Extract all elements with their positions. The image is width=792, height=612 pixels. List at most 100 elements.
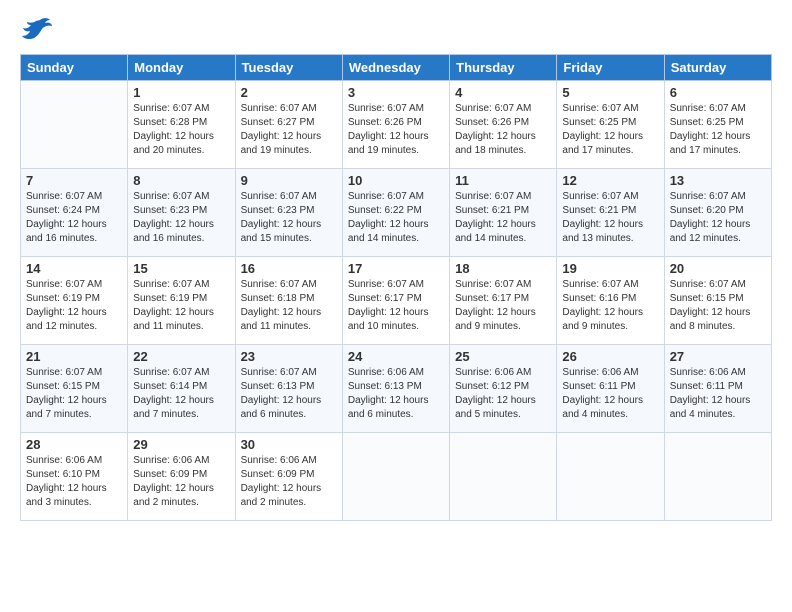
table-row: 13Sunrise: 6:07 AMSunset: 6:20 PMDayligh… <box>664 169 771 257</box>
table-row: 19 Sunrise: 6:07 AMSunset: 6:16 PMDayligh… <box>557 257 664 345</box>
table-row <box>450 433 557 521</box>
day-info: Sunrise: 6:07 AMSunset: 6:22 PMDaylight:… <box>348 190 444 246</box>
day-info: Sunrise: 6:07 AMSunset: 6:13 PMDaylight:… <box>241 366 337 422</box>
col-monday: Monday <box>128 55 235 81</box>
table-row: 6 Sunrise: 6:07 AMSunset: 6:25 PMDaylight… <box>664 81 771 169</box>
day-number: 6 <box>670 85 766 100</box>
day-info: Sunrise: 6:07 AMSunset: 6:21 PMDaylight:… <box>562 190 658 246</box>
day-number: 1 <box>133 85 229 100</box>
table-row: 12 Sunrise: 6:07 AMSunset: 6:21 PMDayligh… <box>557 169 664 257</box>
table-row: 15 Sunrise: 6:07 AMSunset: 6:19 PMDayligh… <box>128 257 235 345</box>
day-info: Sunrise: 6:07 AMSunset: 6:18 PMDaylight:… <box>241 278 337 334</box>
day-info: Sunrise: 6:07 AMSunset: 6:26 PMDaylight:… <box>455 102 551 158</box>
day-number: 18 <box>455 261 551 276</box>
table-row <box>664 433 771 521</box>
table-row: 20 Sunrise: 6:07 AMSunset: 6:15 PMDayligh… <box>664 257 771 345</box>
day-info: Sunrise: 6:07 AMSunset: 6:23 PMDaylight:… <box>133 190 229 246</box>
table-row <box>557 433 664 521</box>
table-row: 28 Sunrise: 6:06 AMSunset: 6:10 PMDayligh… <box>21 433 128 521</box>
day-info: Sunrise: 6:07 AMSunset: 6:19 PMDaylight:… <box>26 278 122 334</box>
day-number: 10 <box>348 173 444 188</box>
day-info: Sunrise: 6:06 AMSunset: 6:12 PMDaylight:… <box>455 366 551 422</box>
table-row: 9Sunrise: 6:07 AMSunset: 6:23 PMDaylight… <box>235 169 342 257</box>
day-info: Sunrise: 6:07 AMSunset: 6:19 PMDaylight:… <box>133 278 229 334</box>
day-info: Sunrise: 6:07 AMSunset: 6:16 PMDaylight:… <box>562 278 658 334</box>
table-row: 8 Sunrise: 6:07 AMSunset: 6:23 PMDaylight… <box>128 169 235 257</box>
table-row: 18 Sunrise: 6:07 AMSunset: 6:17 PMDayligh… <box>450 257 557 345</box>
day-number: 12 <box>562 173 658 188</box>
day-info: Sunrise: 6:06 AMSunset: 6:09 PMDaylight:… <box>133 454 229 510</box>
day-number: 28 <box>26 437 122 452</box>
day-info: Sunrise: 6:06 AMSunset: 6:11 PMDaylight:… <box>562 366 658 422</box>
day-number: 8 <box>133 173 229 188</box>
table-row: 23Sunrise: 6:07 AMSunset: 6:13 PMDayligh… <box>235 345 342 433</box>
table-row: 25Sunrise: 6:06 AMSunset: 6:12 PMDayligh… <box>450 345 557 433</box>
day-info: Sunrise: 6:06 AMSunset: 6:09 PMDaylight:… <box>241 454 337 510</box>
table-row: 26 Sunrise: 6:06 AMSunset: 6:11 PMDayligh… <box>557 345 664 433</box>
calendar-week-4: 21Sunrise: 6:07 AMSunset: 6:15 PMDayligh… <box>21 345 772 433</box>
col-thursday: Thursday <box>450 55 557 81</box>
table-row: 11 Sunrise: 6:07 AMSunset: 6:21 PMDayligh… <box>450 169 557 257</box>
logo <box>20 16 54 44</box>
calendar-week-2: 7 Sunrise: 6:07 AMSunset: 6:24 PMDaylight… <box>21 169 772 257</box>
header <box>20 16 772 44</box>
table-row: 14 Sunrise: 6:07 AMSunset: 6:19 PMDayligh… <box>21 257 128 345</box>
calendar-table: Sunday Monday Tuesday Wednesday Thursday… <box>20 54 772 521</box>
day-number: 15 <box>133 261 229 276</box>
day-number: 2 <box>241 85 337 100</box>
col-saturday: Saturday <box>664 55 771 81</box>
day-info: Sunrise: 6:07 AMSunset: 6:17 PMDaylight:… <box>348 278 444 334</box>
day-number: 3 <box>348 85 444 100</box>
table-row: 22Sunrise: 6:07 AMSunset: 6:14 PMDayligh… <box>128 345 235 433</box>
day-info: Sunrise: 6:07 AMSunset: 6:24 PMDaylight:… <box>26 190 122 246</box>
day-info: Sunrise: 6:06 AMSunset: 6:13 PMDaylight:… <box>348 366 444 422</box>
page: Sunday Monday Tuesday Wednesday Thursday… <box>0 0 792 612</box>
table-row: 27Sunrise: 6:06 AMSunset: 6:11 PMDayligh… <box>664 345 771 433</box>
table-row: 10 Sunrise: 6:07 AMSunset: 6:22 PMDayligh… <box>342 169 449 257</box>
day-info: Sunrise: 6:06 AMSunset: 6:11 PMDaylight:… <box>670 366 766 422</box>
calendar-week-1: 1Sunrise: 6:07 AMSunset: 6:28 PMDaylight… <box>21 81 772 169</box>
day-info: Sunrise: 6:07 AMSunset: 6:25 PMDaylight:… <box>670 102 766 158</box>
day-info: Sunrise: 6:07 AMSunset: 6:25 PMDaylight:… <box>562 102 658 158</box>
table-row: 5 Sunrise: 6:07 AMSunset: 6:25 PMDaylight… <box>557 81 664 169</box>
day-info: Sunrise: 6:07 AMSunset: 6:21 PMDaylight:… <box>455 190 551 246</box>
col-tuesday: Tuesday <box>235 55 342 81</box>
day-number: 21 <box>26 349 122 364</box>
day-number: 26 <box>562 349 658 364</box>
day-number: 30 <box>241 437 337 452</box>
col-friday: Friday <box>557 55 664 81</box>
col-sunday: Sunday <box>21 55 128 81</box>
table-row: 30 Sunrise: 6:06 AMSunset: 6:09 PMDayligh… <box>235 433 342 521</box>
day-info: Sunrise: 6:06 AMSunset: 6:10 PMDaylight:… <box>26 454 122 510</box>
calendar-week-5: 28 Sunrise: 6:06 AMSunset: 6:10 PMDayligh… <box>21 433 772 521</box>
day-number: 20 <box>670 261 766 276</box>
day-number: 11 <box>455 173 551 188</box>
day-info: Sunrise: 6:07 AMSunset: 6:17 PMDaylight:… <box>455 278 551 334</box>
table-row: 17 Sunrise: 6:07 AMSunset: 6:17 PMDayligh… <box>342 257 449 345</box>
day-number: 19 <box>562 261 658 276</box>
day-number: 29 <box>133 437 229 452</box>
day-info: Sunrise: 6:07 AMSunset: 6:27 PMDaylight:… <box>241 102 337 158</box>
logo-bird-icon <box>20 16 52 44</box>
col-wednesday: Wednesday <box>342 55 449 81</box>
day-number: 16 <box>241 261 337 276</box>
day-info: Sunrise: 6:07 AMSunset: 6:26 PMDaylight:… <box>348 102 444 158</box>
table-row: 1Sunrise: 6:07 AMSunset: 6:28 PMDaylight… <box>128 81 235 169</box>
day-number: 14 <box>26 261 122 276</box>
day-number: 22 <box>133 349 229 364</box>
day-number: 7 <box>26 173 122 188</box>
table-row: 7 Sunrise: 6:07 AMSunset: 6:24 PMDaylight… <box>21 169 128 257</box>
table-row <box>21 81 128 169</box>
day-info: Sunrise: 6:07 AMSunset: 6:23 PMDaylight:… <box>241 190 337 246</box>
table-row <box>342 433 449 521</box>
day-number: 17 <box>348 261 444 276</box>
table-row: 4Sunrise: 6:07 AMSunset: 6:26 PMDaylight… <box>450 81 557 169</box>
day-number: 24 <box>348 349 444 364</box>
day-info: Sunrise: 6:07 AMSunset: 6:15 PMDaylight:… <box>670 278 766 334</box>
table-row: 24 Sunrise: 6:06 AMSunset: 6:13 PMDayligh… <box>342 345 449 433</box>
table-row: 16 Sunrise: 6:07 AMSunset: 6:18 PMDayligh… <box>235 257 342 345</box>
table-row: 21Sunrise: 6:07 AMSunset: 6:15 PMDayligh… <box>21 345 128 433</box>
day-number: 13 <box>670 173 766 188</box>
calendar-header-row: Sunday Monday Tuesday Wednesday Thursday… <box>21 55 772 81</box>
day-number: 5 <box>562 85 658 100</box>
